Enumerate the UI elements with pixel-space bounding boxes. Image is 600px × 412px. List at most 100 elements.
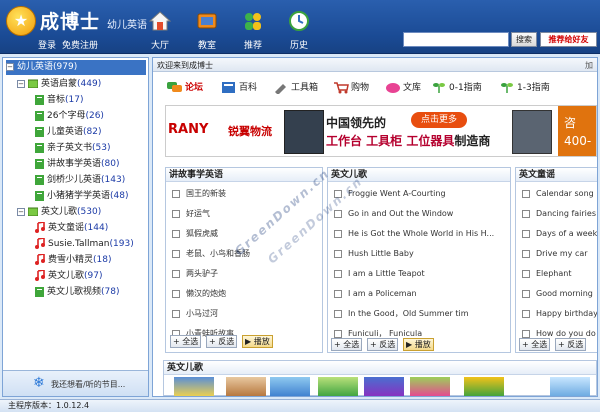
invert-selection-button[interactable]: + 反选: [555, 338, 587, 351]
nav-history[interactable]: 历史: [282, 10, 316, 51]
tree-item[interactable]: 音标(17): [35, 93, 84, 108]
play-button[interactable]: ▶ 播放: [242, 335, 273, 348]
list-item[interactable]: 小马过河: [172, 308, 218, 320]
list-item[interactable]: I am a Little Teapot: [334, 268, 425, 280]
checkbox[interactable]: [172, 269, 180, 278]
ad-banner[interactable]: RANY 锐翼物流 中国领先的 工作台 工具柜 工位器具制造商 点击更多 咨 4…: [165, 105, 597, 157]
list-item[interactable]: Hush Little Baby: [334, 248, 414, 260]
play-button[interactable]: ▶ 播放: [403, 338, 434, 351]
list-item[interactable]: 两头驴子: [172, 268, 218, 280]
list-item[interactable]: 国王的新装: [172, 188, 226, 200]
quick-encyclopedia[interactable]: 百科: [221, 80, 257, 96]
checkbox[interactable]: [172, 309, 180, 318]
list-item[interactable]: Good morning: [522, 288, 593, 300]
tree-item[interactable]: 26个字母(26): [35, 109, 104, 124]
invert-selection-button[interactable]: + 反选: [206, 335, 238, 348]
video-thumbnail[interactable]: [318, 377, 358, 396]
tree-item[interactable]: 亲子英文书(53): [35, 141, 111, 156]
register-link[interactable]: 免费注册: [62, 38, 98, 51]
songs-column: 英文儿歌 Froggie Went A-Courting Go in and O…: [327, 167, 511, 353]
checkbox[interactable]: [334, 289, 342, 298]
list-item[interactable]: 好运气: [172, 208, 210, 220]
tree-item[interactable]: 剑桥少儿英语(143): [35, 173, 125, 188]
list-item[interactable]: Dancing fairies: [522, 208, 596, 220]
checkbox[interactable]: [522, 329, 530, 338]
collapse-icon[interactable]: −: [17, 207, 25, 216]
tree-root[interactable]: − 幼儿英语(979): [6, 60, 146, 75]
collapse-icon[interactable]: −: [6, 62, 14, 71]
nav-recommend[interactable]: 推荐: [236, 10, 270, 51]
tree-group-songs[interactable]: − 英文儿歌(530): [17, 205, 101, 220]
tree-item[interactable]: 英文儿歌视频(78): [35, 285, 120, 300]
music-note-icon: [35, 270, 45, 281]
tree-item[interactable]: 儿童英语(82): [35, 125, 102, 140]
list-item[interactable]: In the Good，Old Summer tim: [334, 308, 469, 320]
select-all-button[interactable]: + 全选: [331, 338, 363, 351]
checkbox[interactable]: [334, 329, 342, 338]
checkbox[interactable]: [172, 229, 180, 238]
search-input[interactable]: [403, 32, 509, 47]
tree-item[interactable]: 讲故事学英语(80): [35, 157, 120, 172]
quick-guide-0-1[interactable]: 0-1指南: [431, 80, 482, 96]
tree-item[interactable]: Susie.Tallman(193): [35, 237, 134, 252]
checkbox[interactable]: [522, 289, 530, 298]
quick-shopping[interactable]: 购物: [333, 80, 369, 96]
login-link[interactable]: 登录: [38, 38, 56, 51]
list-item[interactable]: He is Got the Whole World in His H...: [334, 228, 494, 240]
banner-headline: 中国领先的: [326, 116, 387, 130]
list-item[interactable]: Calendar song: [522, 188, 594, 200]
list-item[interactable]: Drive my car: [522, 248, 588, 260]
video-thumbnail[interactable]: [550, 377, 590, 396]
tree-item[interactable]: 英文儿歌(97): [35, 269, 103, 284]
quick-library[interactable]: 文库: [385, 80, 421, 96]
list-item[interactable]: Go in and Out the Window: [334, 208, 453, 220]
sprout-icon: [433, 83, 445, 93]
quick-toolbox[interactable]: 工具箱: [273, 80, 318, 96]
quick-forum[interactable]: 论坛: [167, 80, 203, 96]
invert-selection-button[interactable]: + 反选: [367, 338, 399, 351]
tree-item[interactable]: 小猪猪学学英语(48): [35, 189, 129, 204]
request-program-text[interactable]: 我还想看/听的节目...: [51, 379, 125, 390]
video-thumbnail[interactable]: [226, 377, 266, 396]
list-item[interactable]: 懒汉的炮炮: [172, 288, 226, 300]
video-thumbnail[interactable]: [464, 377, 504, 396]
video-thumbnail[interactable]: [364, 377, 404, 396]
checkbox[interactable]: [172, 209, 180, 218]
checkbox[interactable]: [172, 249, 180, 258]
video-thumbnail[interactable]: [174, 377, 214, 396]
list-item[interactable]: Elephant: [522, 268, 571, 280]
nav-hall[interactable]: 大厅: [143, 10, 177, 51]
tree-group-enlightenment[interactable]: − 英语启蒙(449): [17, 77, 101, 92]
add-button[interactable]: 加: [585, 60, 593, 71]
checkbox[interactable]: [334, 229, 342, 238]
list-item[interactable]: Happy birthday: [522, 308, 597, 320]
list-item[interactable]: 狐假虎威: [172, 228, 218, 240]
request-program-bar[interactable]: ❄ 我还想看/听的节目...: [3, 370, 148, 396]
tree-item[interactable]: 费雪小精灵(18): [35, 253, 112, 268]
list-item[interactable]: Days of a week: [522, 228, 597, 240]
checkbox[interactable]: [522, 209, 530, 218]
checkbox[interactable]: [334, 269, 342, 278]
checkbox[interactable]: [334, 309, 342, 318]
video-thumbnail[interactable]: [410, 377, 450, 396]
checkbox[interactable]: [334, 249, 342, 258]
select-all-button[interactable]: + 全选: [170, 335, 202, 348]
checkbox[interactable]: [172, 189, 180, 198]
checkbox[interactable]: [172, 289, 180, 298]
banner-more-button[interactable]: 点击更多: [411, 112, 467, 128]
quick-guide-1-3[interactable]: 1-3指南: [499, 80, 550, 96]
select-all-button[interactable]: + 全选: [519, 338, 551, 351]
list-item[interactable]: I am a Policeman: [334, 288, 417, 300]
nav-classroom[interactable]: 教室: [190, 10, 224, 51]
banner-brand-cn: 锐翼物流: [228, 125, 272, 138]
checkbox[interactable]: [522, 309, 530, 318]
search-button[interactable]: 搜索: [511, 32, 537, 47]
checkbox[interactable]: [522, 189, 530, 198]
checkbox[interactable]: [522, 249, 530, 258]
video-thumbnail[interactable]: [270, 377, 310, 396]
collapse-icon[interactable]: −: [17, 79, 25, 88]
checkbox[interactable]: [522, 229, 530, 238]
recommend-friend-button[interactable]: 推荐给好友: [540, 32, 597, 47]
checkbox[interactable]: [522, 269, 530, 278]
tree-item[interactable]: 英文童谣(144): [35, 221, 108, 236]
